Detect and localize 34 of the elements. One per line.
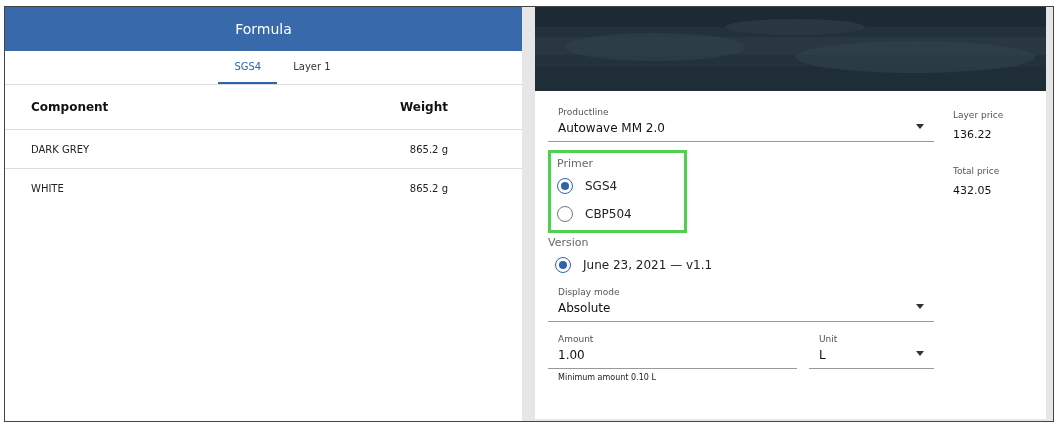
group-label: Version [548, 235, 590, 251]
tab[interactable]: SGS4 [218, 50, 278, 84]
price-label: Layer price [953, 109, 1004, 122]
field-value: L [819, 347, 827, 364]
field-label: Productline [558, 106, 610, 119]
tab[interactable]: Layer 1 [277, 50, 347, 84]
table-cell-text: 865.2 g [409, 182, 448, 196]
display-mode-select[interactable]: Display mode Absolute [548, 285, 934, 322]
table-cell-text: DARK GREY [31, 142, 90, 157]
caret-icon [916, 304, 924, 309]
caret-icon [916, 351, 924, 356]
radio-label: June 23, 2021 — v1.1 [583, 257, 713, 274]
amount-field[interactable]: Amount 1.00 [548, 332, 797, 369]
unit-select[interactable]: Unit L [809, 332, 934, 369]
field-label: Display mode [558, 286, 620, 299]
radio-label: SGS4 [585, 178, 618, 195]
table-cell-text: WHITE [31, 182, 64, 196]
field-value: 1.00 [558, 347, 586, 364]
column-header: Component [31, 99, 109, 116]
radio-label: CBP504 [585, 206, 632, 223]
field-value: Autowave MM 2.0 [558, 120, 665, 137]
field-label: Unit [819, 333, 838, 346]
hint-text: Minimum amount 0.10 L [557, 372, 657, 384]
price-value: 432.05 [953, 182, 993, 199]
caret-icon [916, 124, 924, 129]
formula-header: Formula [5, 7, 522, 51]
group-label: Primer [557, 156, 595, 172]
table-cell-text: 865.2 g [409, 142, 448, 157]
field-label: Amount [558, 333, 595, 346]
field-value: Absolute [558, 300, 612, 317]
productline-select[interactable]: Productline Autowave MM 2.0 [548, 105, 934, 142]
price-value: 136.22 [953, 126, 993, 143]
column-header: Weight [400, 99, 448, 116]
price-label: Total price [953, 165, 1001, 178]
